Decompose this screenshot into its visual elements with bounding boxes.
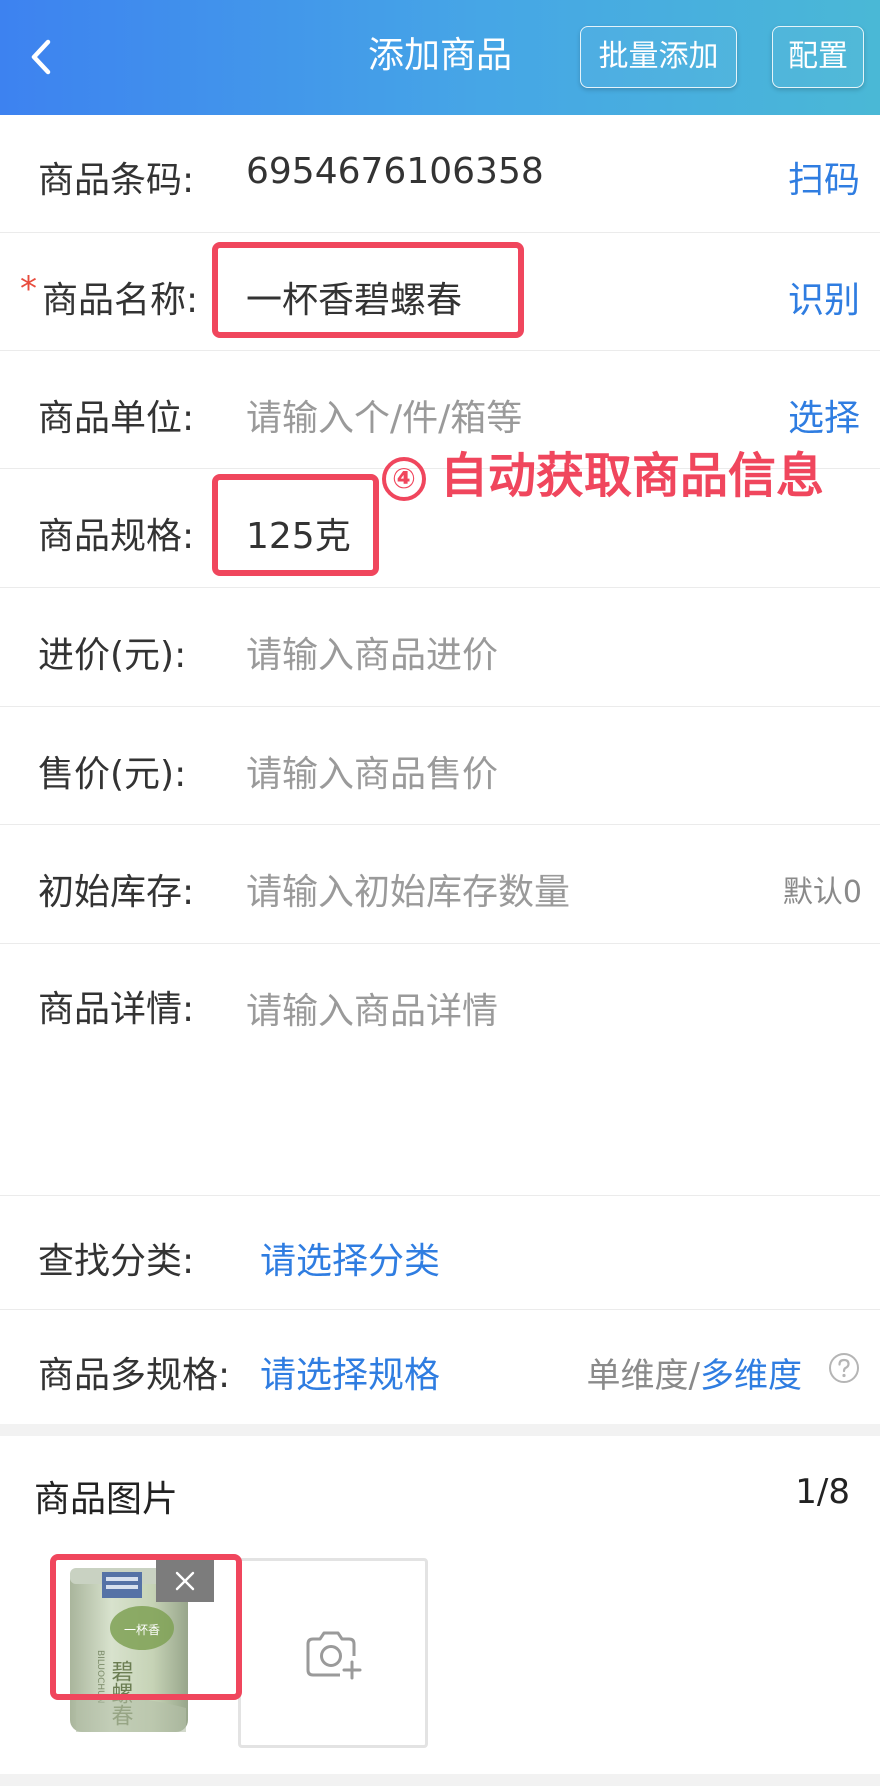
unit-label: 商品单位: [38,398,195,439]
step-number: ④ [382,457,426,501]
name-highlight-box [212,242,524,338]
required-mark: * [20,269,37,309]
page-title: 添加商品 [367,35,512,76]
help-icon[interactable] [828,1352,860,1384]
details-row: 商品详情: 请输入商品详情 [0,944,880,1196]
initial-stock-label: 初始库存: [38,872,195,913]
bottom-divider [0,1774,880,1786]
dimension-toggle: 单维度/多维度 [587,1348,802,1397]
barcode-label: 商品条码: [38,160,195,201]
category-label: 查找分类: [38,1241,195,1282]
section-divider [0,1424,880,1436]
multi-dimension-option[interactable]: 多维度 [700,1356,802,1396]
multi-spec-row: 商品多规格: 请选择规格 单维度/多维度 [0,1310,880,1424]
multi-spec-label: 商品多规格: [38,1355,231,1396]
image-count: 1/8 [795,1472,850,1512]
purchase-price-row: 进价(元): 请输入商品进价 [0,588,880,707]
camera-plus-icon [306,1631,362,1680]
details-textarea[interactable]: 请输入商品详情 [246,982,498,1034]
default-stock-hint: 默认0 [782,875,862,910]
auto-fetch-annotation: ④ 自动获取商品信息 [382,436,824,506]
spec-highlight-box [212,474,379,576]
single-dimension-option[interactable]: 单维度/ [587,1356,700,1396]
barcode-row: 商品条码: 6954676106358 扫码 [0,115,880,233]
sale-price-input[interactable]: 请输入商品售价 [246,745,498,797]
spec-label: 商品规格: [38,516,195,557]
select-category-link[interactable]: 请选择分类 [260,1232,440,1284]
purchase-price-input[interactable]: 请输入商品进价 [246,626,498,678]
select-spec-link[interactable]: 请选择规格 [260,1346,440,1398]
product-images-title: 商品图片 [34,1479,179,1520]
barcode-field[interactable]: 6954676106358 [246,151,544,192]
sale-price-label: 售价(元): [38,754,187,795]
initial-stock-row: 初始库存: 请输入初始库存数量 默认0 [0,825,880,944]
scan-barcode-button[interactable]: 扫码 [788,151,860,203]
top-nav-bar: 添加商品 批量添加 配置 [0,0,880,115]
batch-add-button[interactable]: 批量添加 [580,26,737,88]
annotation-text: 自动获取商品信息 [440,448,825,504]
unit-input[interactable]: 请输入个/件/箱等 [246,389,522,441]
add-photo-button[interactable] [238,1558,428,1748]
recognize-button[interactable]: 识别 [788,271,860,323]
product-name-label: 商品名称: [42,280,199,321]
category-row: 查找分类: 请选择分类 [0,1196,880,1310]
select-unit-button[interactable]: 选择 [788,389,860,441]
sale-price-row: 售价(元): 请输入商品售价 [0,707,880,825]
config-button[interactable]: 配置 [772,26,864,88]
photo-highlight-box [50,1554,242,1700]
initial-stock-input[interactable]: 请输入初始库存数量 [246,863,570,915]
purchase-price-label: 进价(元): [38,635,187,676]
details-label: 商品详情: [38,989,195,1030]
